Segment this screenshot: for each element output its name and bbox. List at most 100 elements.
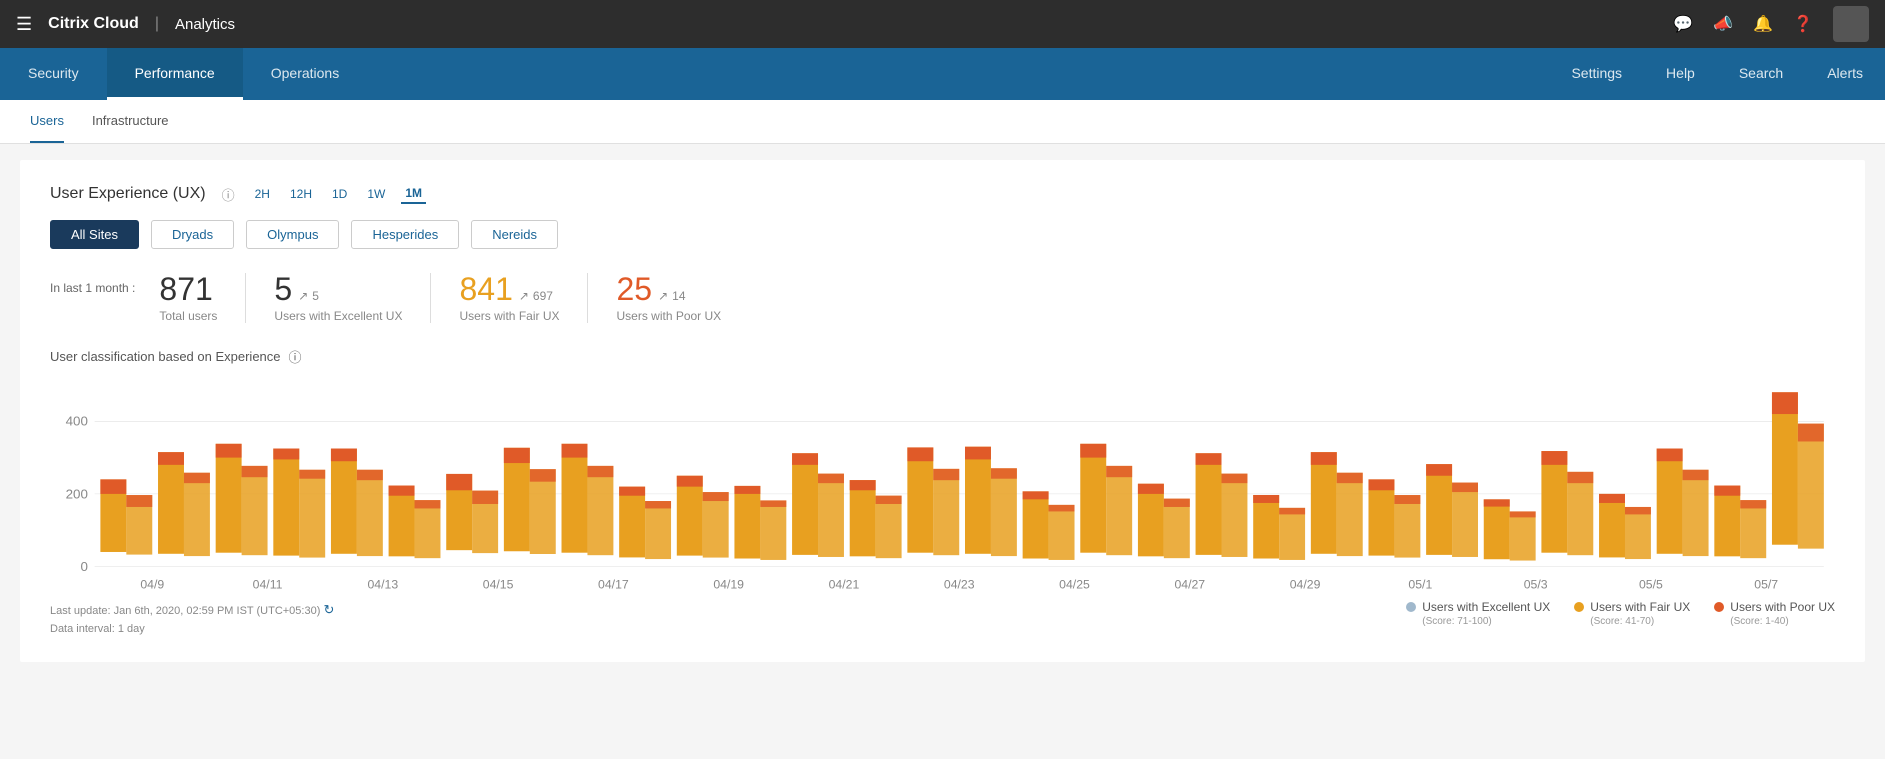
tab-users[interactable]: Users bbox=[30, 100, 64, 143]
tab-infrastructure[interactable]: Infrastructure bbox=[92, 100, 169, 143]
main-content: User Experience (UX) ⓘ 2H 12H 1D 1W 1M A… bbox=[20, 160, 1865, 662]
svg-text:200: 200 bbox=[66, 486, 88, 501]
svg-text:05/7: 05/7 bbox=[1754, 578, 1778, 592]
legend-poor-dot bbox=[1714, 602, 1724, 612]
fair-arrow-val: 697 bbox=[533, 289, 553, 303]
data-interval: Data interval: 1 day bbox=[50, 621, 334, 639]
ux-info-icon[interactable]: ⓘ bbox=[222, 185, 235, 204]
stat-excellent: 5 ↗ 5 Users with Excellent UX bbox=[274, 273, 431, 323]
legend-excellent-score: (Score: 71-100) bbox=[1406, 616, 1491, 627]
time-1m[interactable]: 1M bbox=[401, 184, 426, 204]
poor-arrow: ↗ bbox=[658, 289, 668, 303]
svg-text:04/15: 04/15 bbox=[483, 578, 514, 592]
ux-title: User Experience (UX) bbox=[50, 185, 206, 203]
stat-total-label: Total users bbox=[159, 309, 217, 323]
help-icon[interactable]: ❓ bbox=[1793, 14, 1813, 34]
excellent-arrow-val: 5 bbox=[312, 289, 319, 303]
svg-text:04/9: 04/9 bbox=[140, 578, 164, 592]
site-olympus[interactable]: Olympus bbox=[246, 220, 339, 249]
chart-footer: Last update: Jan 6th, 2020, 02:59 PM IST… bbox=[50, 600, 1835, 638]
legend-fair-label: Users with Fair UX bbox=[1590, 600, 1690, 614]
hamburger-icon[interactable]: ☰ bbox=[16, 14, 32, 35]
site-dryads[interactable]: Dryads bbox=[151, 220, 234, 249]
time-12h[interactable]: 12H bbox=[286, 185, 316, 203]
top-header: ☰ Citrix Cloud | Analytics 💬 📣 🔔 ❓ bbox=[0, 0, 1885, 48]
svg-text:04/17: 04/17 bbox=[598, 578, 629, 592]
brand-product: Analytics bbox=[175, 16, 235, 33]
bell-icon[interactable]: 🔔 bbox=[1753, 14, 1773, 34]
svg-text:04/23: 04/23 bbox=[944, 578, 975, 592]
chart-title: User classification based on Experience … bbox=[50, 347, 1835, 366]
stat-poor-sub: ↗ 14 bbox=[658, 289, 685, 303]
stat-fair-label: Users with Fair UX bbox=[459, 309, 559, 323]
legend-fair: Users with Fair UX (Score: 41-70) bbox=[1574, 600, 1690, 627]
stat-total-users: 871 Total users bbox=[159, 273, 246, 323]
svg-text:04/29: 04/29 bbox=[1290, 578, 1321, 592]
svg-text:04/19: 04/19 bbox=[713, 578, 744, 592]
ux-header: User Experience (UX) ⓘ 2H 12H 1D 1W 1M bbox=[50, 184, 1835, 204]
poor-arrow-val: 14 bbox=[672, 289, 685, 303]
announce-icon[interactable]: 📣 bbox=[1713, 14, 1733, 34]
time-2h[interactable]: 2H bbox=[251, 185, 274, 203]
site-nereids[interactable]: Nereids bbox=[471, 220, 558, 249]
fair-arrow: ↗ bbox=[519, 289, 529, 303]
chart-info-icon[interactable]: ⓘ bbox=[289, 347, 302, 366]
chart-container: 020040060004/904/1104/1304/1504/1704/190… bbox=[50, 374, 1835, 594]
stat-fair-sub: ↗ 697 bbox=[519, 289, 553, 303]
time-1d[interactable]: 1D bbox=[328, 185, 351, 203]
svg-text:400: 400 bbox=[66, 414, 88, 429]
stat-poor-number: 25 bbox=[616, 273, 652, 305]
stats-label: In last 1 month : bbox=[50, 273, 135, 295]
svg-text:04/13: 04/13 bbox=[367, 578, 398, 592]
time-filters: 2H 12H 1D 1W 1M bbox=[251, 184, 426, 204]
chart-section: User classification based on Experience … bbox=[50, 347, 1835, 638]
nav-search[interactable]: Search bbox=[1717, 48, 1805, 100]
nav-alerts[interactable]: Alerts bbox=[1805, 48, 1885, 100]
last-update: Last update: Jan 6th, 2020, 02:59 PM IST… bbox=[50, 600, 334, 621]
legend-excellent-label: Users with Excellent UX bbox=[1422, 600, 1550, 614]
chart-svg: 020040060004/904/1104/1304/1504/1704/190… bbox=[50, 374, 1835, 594]
nav-right: Settings Help Search Alerts bbox=[1549, 48, 1885, 100]
legend-poor-score: (Score: 1-40) bbox=[1714, 616, 1788, 627]
legend-excellent-dot bbox=[1406, 602, 1416, 612]
time-1w[interactable]: 1W bbox=[363, 185, 389, 203]
svg-text:04/21: 04/21 bbox=[829, 578, 860, 592]
legend-fair-score: (Score: 41-70) bbox=[1574, 616, 1654, 627]
chart-title-text: User classification based on Experience bbox=[50, 349, 281, 364]
legend-excellent: Users with Excellent UX (Score: 71-100) bbox=[1406, 600, 1550, 627]
svg-text:04/11: 04/11 bbox=[253, 578, 283, 592]
svg-text:05/5: 05/5 bbox=[1639, 578, 1663, 592]
header-right: 💬 📣 🔔 ❓ bbox=[1673, 6, 1869, 42]
chat-icon[interactable]: 💬 bbox=[1673, 14, 1693, 34]
svg-text:04/25: 04/25 bbox=[1059, 578, 1090, 592]
stat-poor: 25 ↗ 14 Users with Poor UX bbox=[616, 273, 749, 323]
sub-tabs: Users Infrastructure bbox=[0, 100, 1885, 144]
stat-excellent-sub: ↗ 5 bbox=[298, 289, 319, 303]
update-info: Last update: Jan 6th, 2020, 02:59 PM IST… bbox=[50, 600, 334, 638]
svg-text:0: 0 bbox=[80, 559, 87, 574]
brand-logo: Citrix Cloud bbox=[48, 15, 139, 33]
brand: Citrix Cloud | Analytics bbox=[48, 15, 235, 33]
stat-excellent-label: Users with Excellent UX bbox=[274, 309, 402, 323]
svg-text:05/1: 05/1 bbox=[1408, 578, 1432, 592]
stats-row: In last 1 month : 871 Total users 5 ↗ 5 … bbox=[50, 273, 1835, 323]
site-all-sites[interactable]: All Sites bbox=[50, 220, 139, 249]
brand-divider: | bbox=[155, 15, 159, 33]
legend-poor-label: Users with Poor UX bbox=[1730, 600, 1835, 614]
stat-fair-number: 841 bbox=[459, 273, 512, 305]
stat-poor-label: Users with Poor UX bbox=[616, 309, 721, 323]
legend: Users with Excellent UX (Score: 71-100) … bbox=[1406, 600, 1835, 627]
site-hesperides[interactable]: Hesperides bbox=[351, 220, 459, 249]
excellent-arrow: ↗ bbox=[298, 289, 308, 303]
avatar[interactable] bbox=[1833, 6, 1869, 42]
stat-excellent-number: 5 bbox=[274, 273, 292, 305]
refresh-icon[interactable]: ↻ bbox=[323, 602, 334, 617]
svg-text:05/3: 05/3 bbox=[1524, 578, 1548, 592]
nav-help[interactable]: Help bbox=[1644, 48, 1717, 100]
nav-settings[interactable]: Settings bbox=[1549, 48, 1644, 100]
nav-bar: Security Performance Operations Settings… bbox=[0, 48, 1885, 100]
nav-performance[interactable]: Performance bbox=[107, 48, 243, 100]
nav-operations[interactable]: Operations bbox=[243, 48, 367, 100]
nav-security[interactable]: Security bbox=[0, 48, 107, 100]
legend-fair-dot bbox=[1574, 602, 1584, 612]
